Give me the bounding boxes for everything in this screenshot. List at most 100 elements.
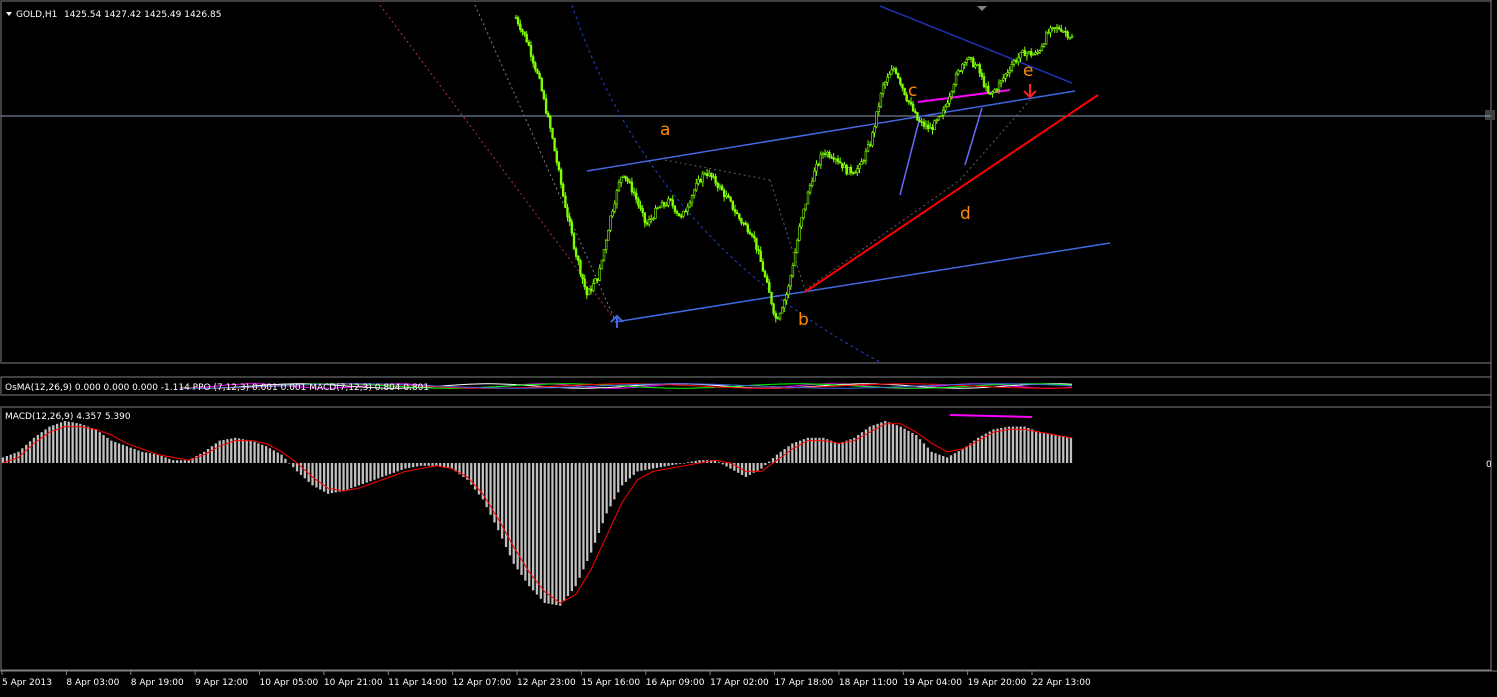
macd-bar [334,463,337,493]
magenta-divergence-macd[interactable] [949,414,1033,418]
macd-bar [392,463,395,473]
candle-body [519,23,522,30]
candle-body [645,222,649,225]
macd-bar [133,449,136,463]
wave-label-d: d [960,204,971,224]
macd-bar [651,463,655,469]
candle-body [804,203,808,210]
macd-bar [292,463,295,468]
candle-body [733,209,737,213]
red-trendline[interactable] [804,94,1099,293]
candle-body [628,181,632,183]
macd-bar [245,439,248,463]
macd-bar [957,451,960,463]
macd-bar [636,463,639,472]
macd-bar [686,462,690,463]
candle-body [800,217,803,227]
candle-body [669,198,672,201]
candle-body [821,153,825,156]
macd-bar [265,446,268,463]
candle-body [978,64,981,74]
macd-bar [555,463,558,606]
candle-body [1053,27,1057,29]
candle-body [748,231,752,235]
macd-bar [354,463,357,487]
magenta-divergence-price[interactable] [917,89,1011,103]
candle-body [847,167,850,175]
candle-body [615,190,619,205]
candle-body [903,87,906,95]
candle-body [894,68,898,74]
candle-body [529,45,533,57]
macd-bar [218,440,221,463]
macd-bar [1038,432,1042,463]
candle-body [654,208,657,219]
chart-area[interactable]: a b c d e GOLD,H1 1425.54 1427.42 1425.4… [0,0,1497,697]
candle-body [828,152,831,158]
candle-body [542,90,546,100]
candle-body [707,172,711,176]
candle-body [802,208,805,219]
macd-bar [412,463,415,468]
macd-bar [624,463,628,482]
macd-bar [915,435,918,463]
collapse-triangle-icon[interactable] [6,12,12,16]
candle-body [570,221,574,234]
candle-body [1027,50,1031,54]
dotted-line-a [664,159,771,181]
wave-d-line[interactable] [964,107,983,166]
macd-bar [168,458,171,463]
candle-body [617,182,621,191]
macd-bar [659,463,662,468]
macd-bar [1050,434,1053,463]
channel-lower-line[interactable] [614,242,1111,323]
candle-body [866,144,870,152]
macd-bar [141,451,144,463]
candle-body [684,210,687,213]
candle-body [774,312,778,319]
candle-body [997,82,1001,91]
macd-bar [114,442,117,463]
macd-bar [814,437,817,463]
macd-bar [528,463,531,587]
macd-bar [261,444,264,463]
candle-body [1047,32,1050,34]
candle-body [753,235,756,239]
candle-body [682,210,685,217]
macd-bar [880,422,883,463]
candle-body [544,98,548,114]
candle-body [589,288,593,292]
macd-bar [28,441,32,463]
macd-bar [938,454,941,463]
macd-bar [578,463,581,578]
candle-body [935,119,939,122]
macd-bar [1027,428,1030,463]
time-label: 11 Apr 14:00 [388,678,447,688]
macd-bar [365,463,368,483]
candle-body [914,110,917,113]
candle-body [596,278,599,281]
candle-body [692,189,696,196]
macd-bar [760,463,763,469]
candle-body [920,121,923,123]
candle-body [604,240,608,250]
macd-bar [837,443,840,463]
macd-bar [845,440,848,463]
macd-bar [176,460,179,463]
wave-c-line[interactable] [899,116,921,196]
macd-bar [593,463,597,543]
macd-bar [613,463,616,500]
candle-body [959,70,962,72]
macd-bar [90,428,94,463]
candle-body [553,137,556,152]
candle-body [637,198,640,206]
macd-bar [717,462,720,463]
candle-body [725,195,728,198]
candle-body [731,200,735,210]
candle-body [665,204,668,207]
macd-bar [667,463,670,466]
macd-bar [764,463,767,466]
macd-bar [381,463,384,477]
candle-body [1040,45,1044,51]
macd-bar [632,463,635,475]
